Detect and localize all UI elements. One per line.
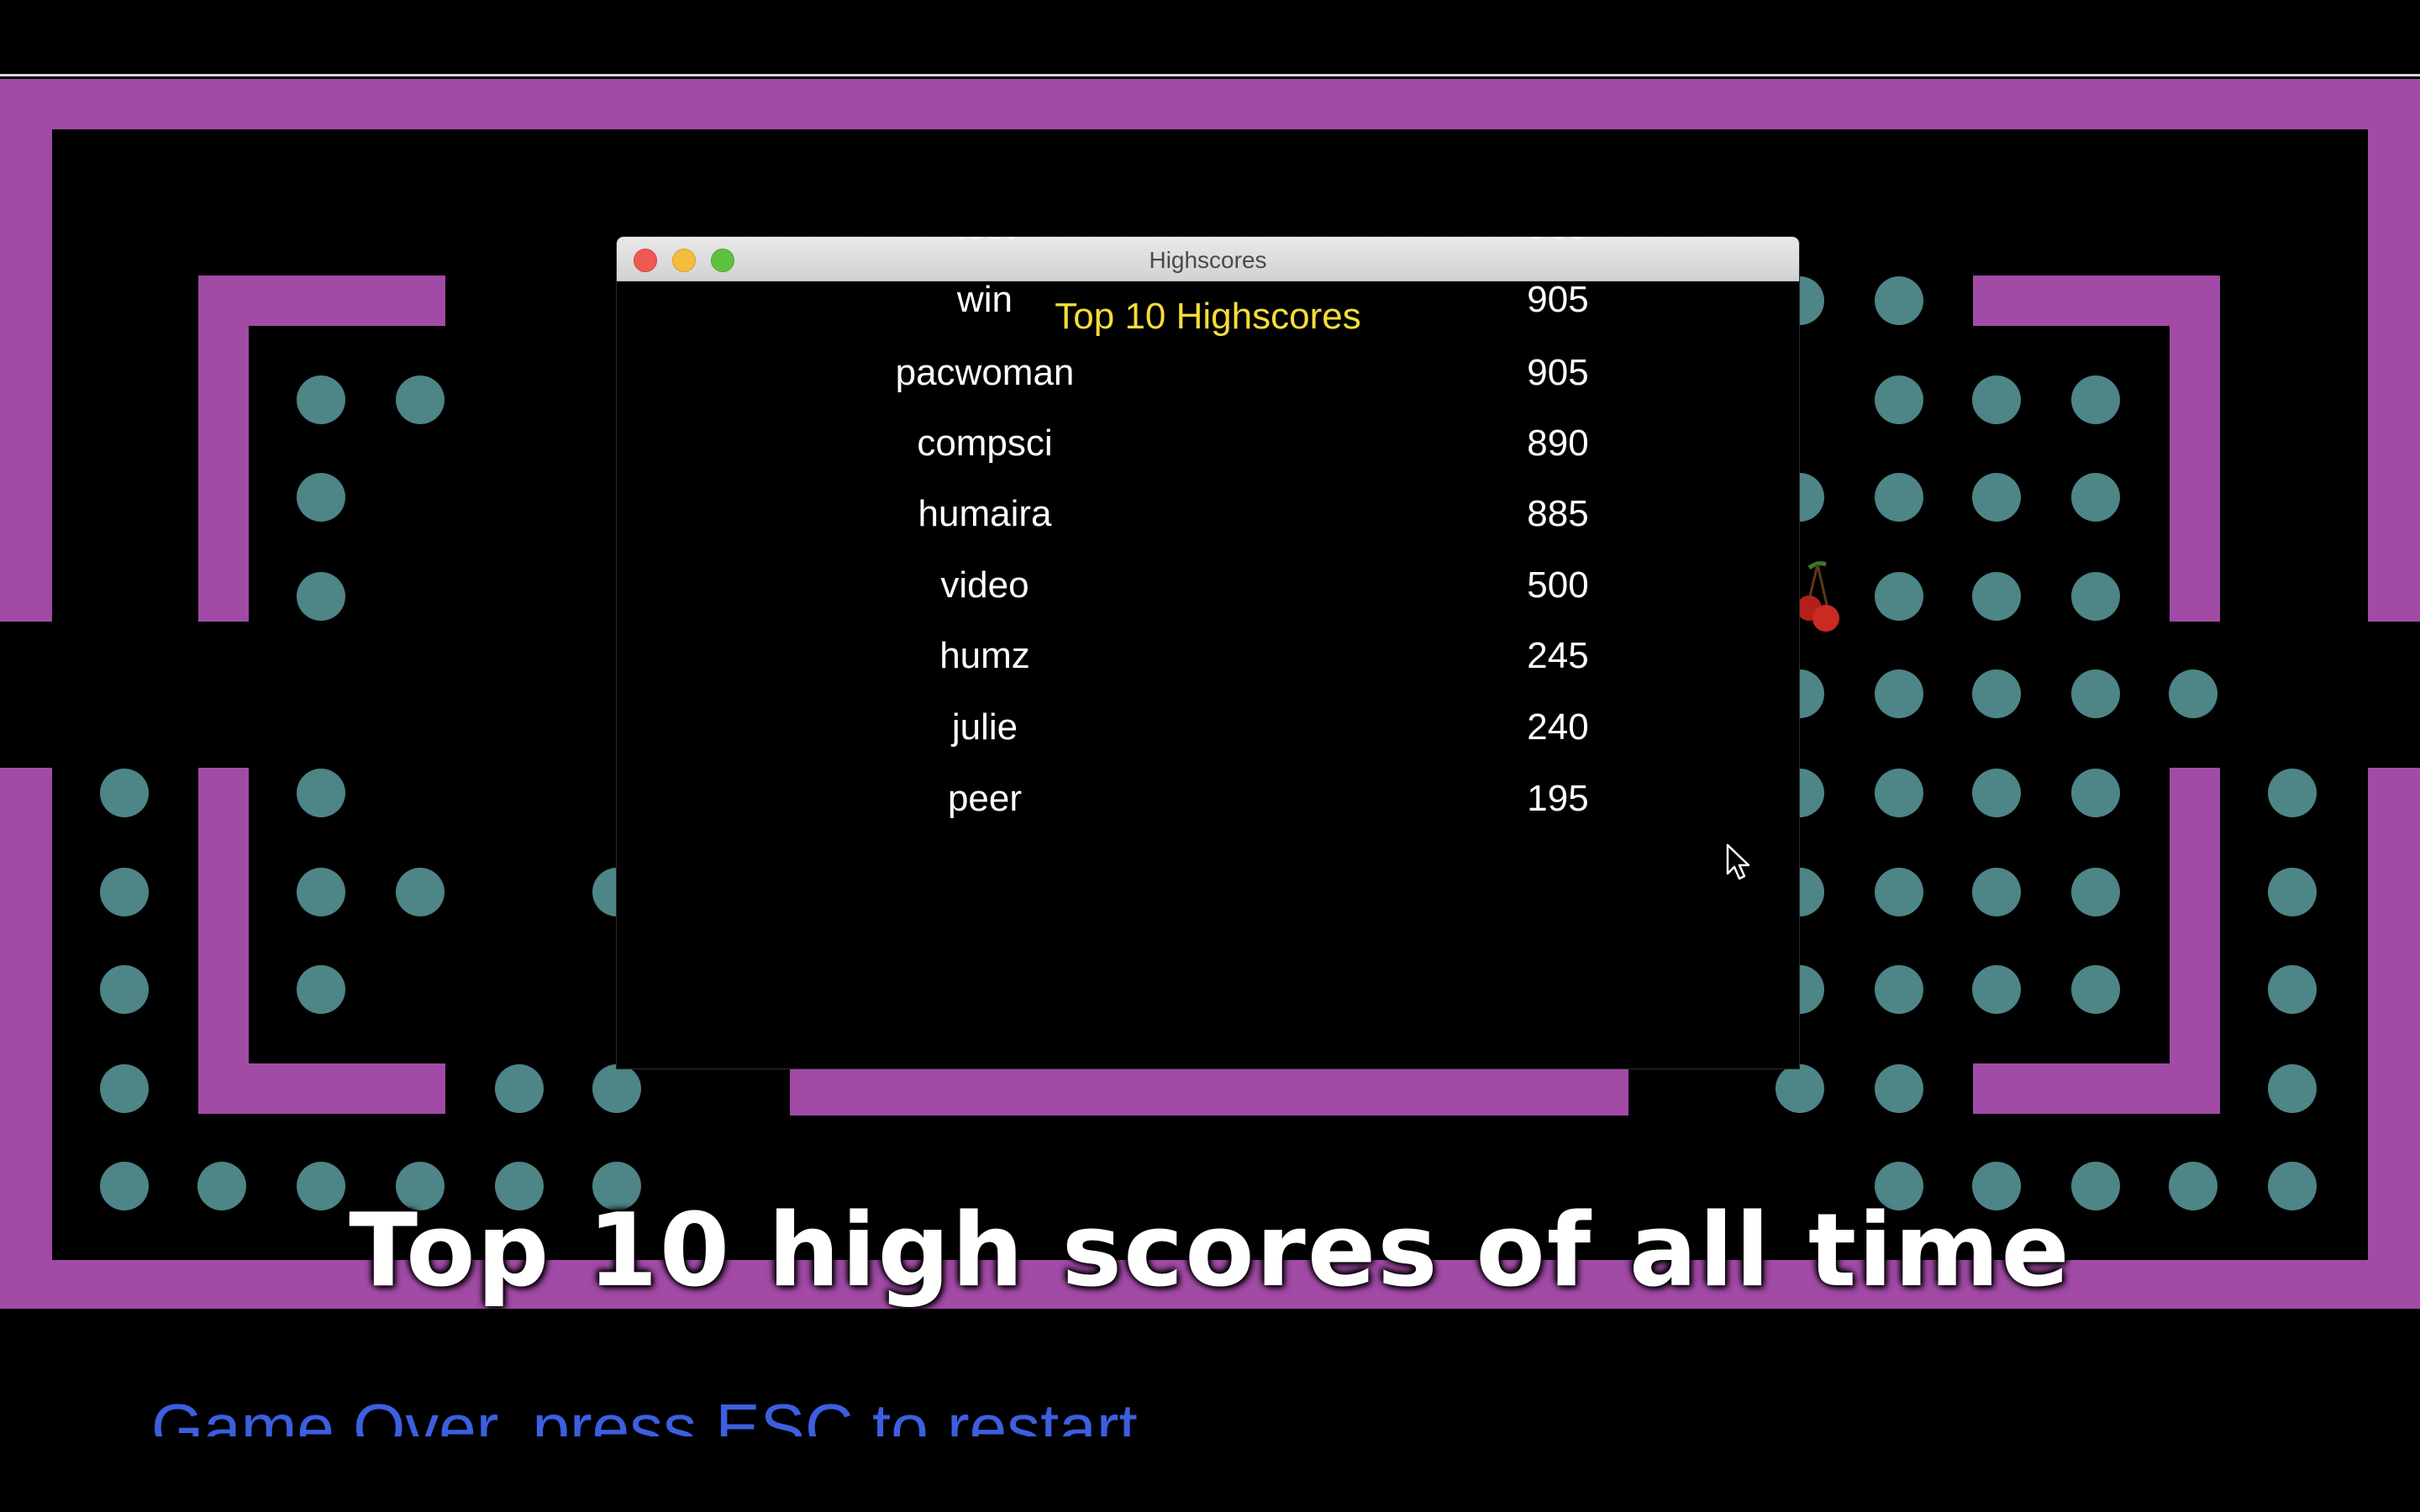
pellet xyxy=(1875,473,1923,522)
highscore-row: julie 240 xyxy=(617,706,1799,765)
pellet xyxy=(2071,965,2120,1014)
mouse-cursor-icon xyxy=(1726,843,1750,880)
highscore-row: humz 245 xyxy=(617,635,1799,694)
player-score: 890 xyxy=(1527,423,1589,464)
pellet xyxy=(297,473,345,522)
pellet xyxy=(2071,769,2120,817)
player-score: 240 xyxy=(1527,706,1589,748)
pellet xyxy=(1972,473,2021,522)
pellet xyxy=(592,1064,641,1113)
player-score: 905 xyxy=(1474,237,1642,248)
pellet xyxy=(297,769,345,817)
highscore-row: pacwoman 905 xyxy=(617,352,1799,411)
pellet xyxy=(1875,868,1923,916)
bottom-bar xyxy=(0,1438,2420,1512)
pellet xyxy=(396,375,445,424)
maze-wall xyxy=(198,1063,445,1114)
player-name: test xyxy=(793,237,1176,248)
pellet xyxy=(495,1064,544,1113)
player-score: 885 xyxy=(1527,493,1589,534)
player-score: 195 xyxy=(1527,778,1589,819)
pellet xyxy=(1875,965,1923,1014)
highscore-row: peer 195 xyxy=(617,778,1799,837)
player-name: humz xyxy=(939,635,1030,676)
player-score: 905 xyxy=(1527,279,1589,320)
player-name: compsci xyxy=(917,423,1053,464)
video-caption: Top 10 high scores of all time xyxy=(349,1193,2071,1310)
cherry-icon xyxy=(1797,561,1839,632)
player-score: 245 xyxy=(1527,635,1589,676)
player-name: video xyxy=(940,564,1029,606)
maze-wall xyxy=(198,276,249,622)
pellet xyxy=(100,965,149,1014)
player-name: julie xyxy=(951,706,1018,748)
pellet xyxy=(100,868,149,916)
pellet xyxy=(1875,669,1923,718)
highscore-row: humaira 885 xyxy=(617,493,1799,552)
pellet xyxy=(2268,1064,2317,1113)
pellet xyxy=(2071,375,2120,424)
player-name: humaira xyxy=(918,493,1052,534)
pellet xyxy=(1972,375,2021,424)
pellet xyxy=(1875,769,1923,817)
pellet xyxy=(2268,965,2317,1014)
pellet xyxy=(297,965,345,1014)
pellet xyxy=(2071,669,2120,718)
maze-wall xyxy=(2368,79,2420,622)
highscore-row: win 905 xyxy=(617,279,1799,338)
maze-wall xyxy=(2170,768,2220,1114)
maze-wall xyxy=(0,79,2420,129)
pellet xyxy=(100,1064,149,1113)
highscore-row: test 905 xyxy=(617,237,1799,265)
pellet xyxy=(2268,868,2317,916)
pellet xyxy=(396,868,445,916)
player-name: pacwoman xyxy=(895,352,1075,393)
pellet xyxy=(1972,669,2021,718)
pellet xyxy=(2071,473,2120,522)
pellet xyxy=(1875,572,1923,621)
highscore-row: video 500 xyxy=(617,564,1799,623)
pellet xyxy=(100,769,149,817)
pellet xyxy=(297,868,345,916)
maze-wall xyxy=(198,768,249,1114)
pellet xyxy=(1875,1064,1923,1113)
player-score: 905 xyxy=(1527,352,1589,393)
player-name: win xyxy=(956,279,1013,320)
maze-wall xyxy=(2170,276,2220,622)
maze-wall xyxy=(0,79,52,622)
pellet xyxy=(2268,769,2317,817)
pellet xyxy=(1972,572,2021,621)
pellet xyxy=(2071,868,2120,916)
player-name: peer xyxy=(947,778,1023,819)
pellet xyxy=(1972,965,2021,1014)
pellet xyxy=(2169,669,2217,718)
game-over-message: Game Over, press ESC to restart xyxy=(151,1390,1138,1436)
pellet xyxy=(1972,769,2021,817)
maze-wall xyxy=(790,1068,1628,1116)
highscore-row: compsci 890 xyxy=(617,423,1799,481)
pellet xyxy=(1875,375,1923,424)
pellet xyxy=(1972,868,2021,916)
pellet xyxy=(1875,276,1923,325)
maze-wall xyxy=(1973,1063,2220,1114)
pellet xyxy=(297,572,345,621)
pellet xyxy=(1776,1064,1824,1113)
pellet xyxy=(2071,572,2120,621)
window-top-edge xyxy=(0,74,2420,76)
highscores-window: Highscores Top 10 Highscores pacman905te… xyxy=(617,237,1799,1068)
player-score: 500 xyxy=(1527,564,1589,606)
pellet xyxy=(297,375,345,424)
